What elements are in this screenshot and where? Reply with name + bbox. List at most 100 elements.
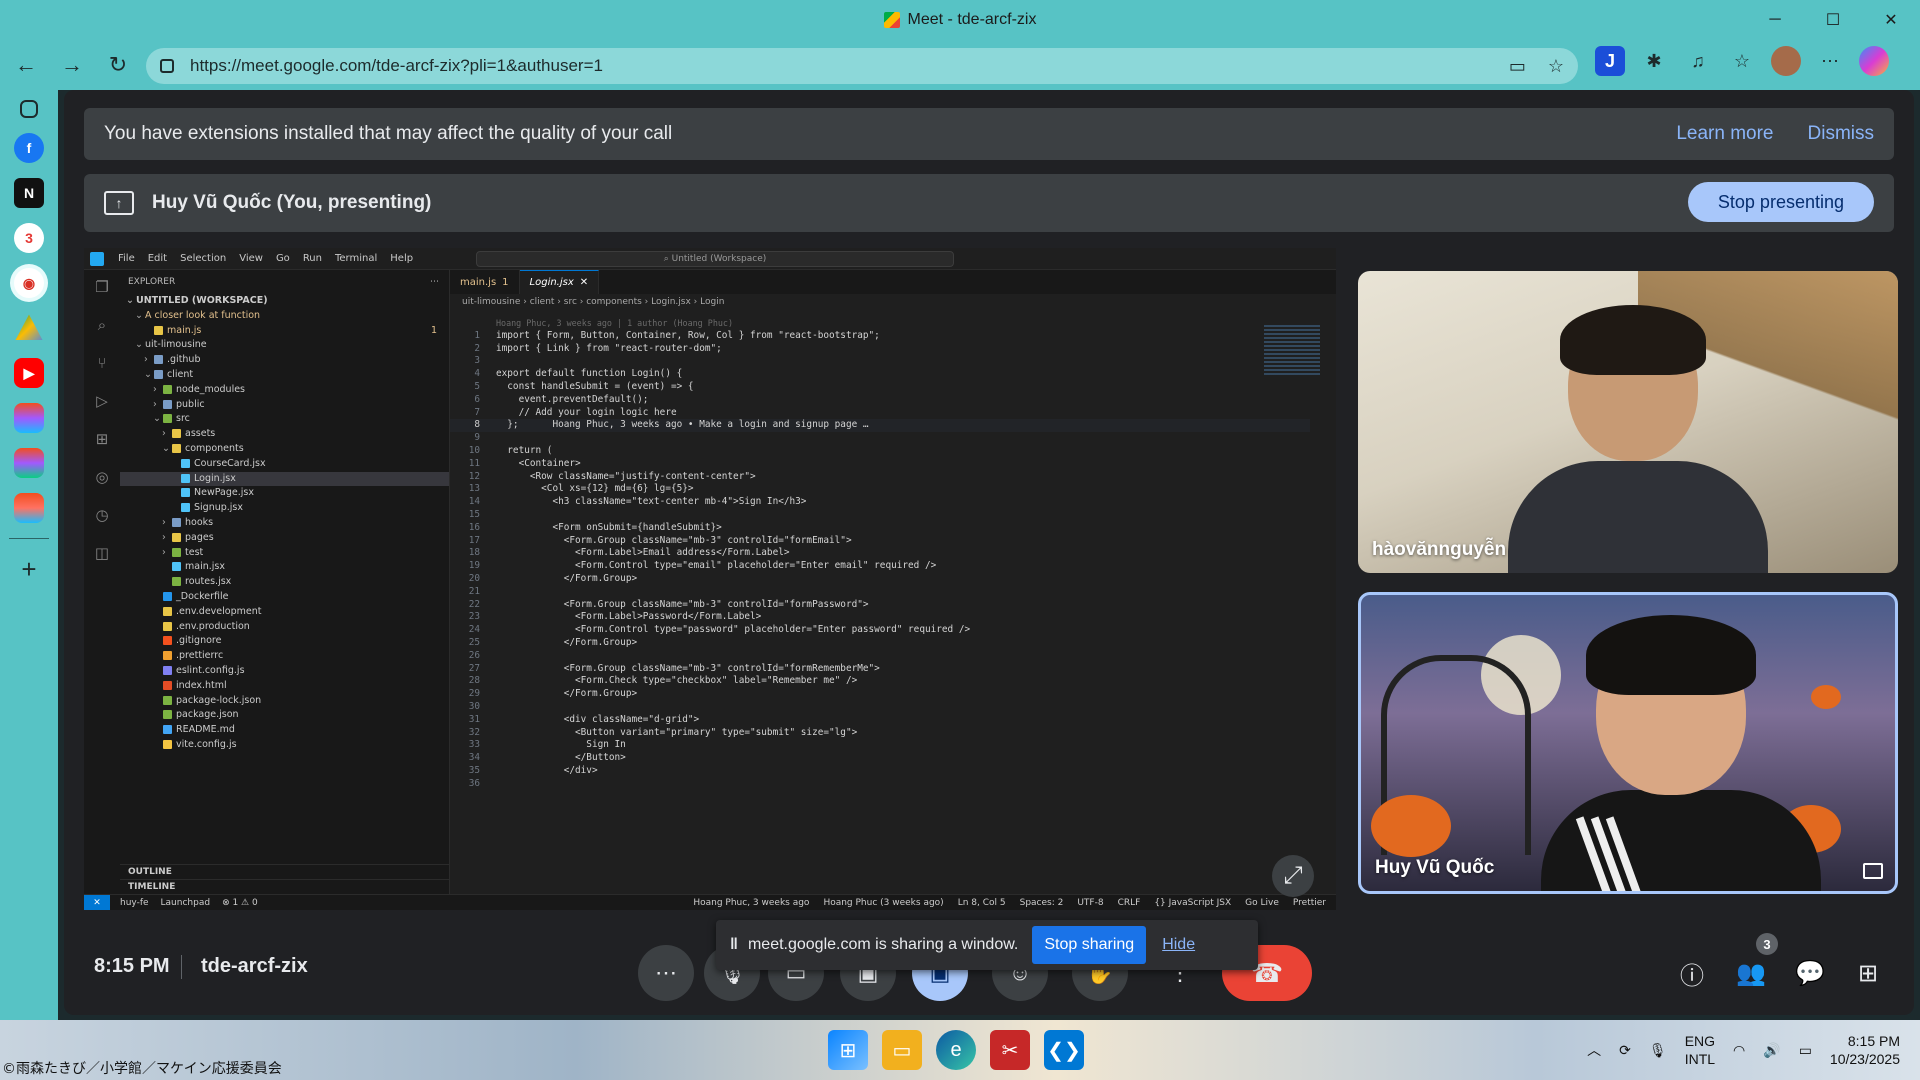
close-button[interactable]: ✕	[1862, 0, 1920, 40]
line-number: 13	[468, 483, 480, 495]
taskbar-clock[interactable]: 8:15 PM 10/23/2025	[1830, 1032, 1900, 1068]
tree-item-label: routes.jsx	[185, 576, 232, 588]
line-number: 10	[468, 444, 480, 456]
participant-tile[interactable]: hàovănnguyễn	[1358, 271, 1898, 573]
code-line: 22 <Form.Group className="mb-3" controlI…	[450, 599, 1310, 612]
file-type-icon	[163, 606, 172, 616]
chat-icon[interactable]: 💬	[1788, 951, 1832, 995]
refresh-icon[interactable]: ↻	[98, 45, 138, 85]
line-number: 7	[474, 406, 480, 418]
sync-icon[interactable]: ⟳	[1619, 1042, 1631, 1059]
add-sidebar-app-icon[interactable]: +	[14, 554, 44, 584]
figma-icon[interactable]	[14, 403, 44, 433]
file-type-icon	[172, 443, 181, 453]
tile-options-icon[interactable]	[1863, 863, 1883, 879]
camera-in-use-icon[interactable]: ▭	[1509, 56, 1526, 77]
back-arrow-icon[interactable]: ←	[6, 45, 46, 85]
clock-time[interactable]: 8:15 PM	[1848, 1033, 1900, 1049]
tree-item-label: main.js	[167, 324, 202, 336]
code-line: 30	[450, 701, 1310, 714]
tree-chevron-icon: ›	[162, 516, 166, 528]
google-drive-icon[interactable]	[15, 314, 43, 340]
code-text: </Form.Group>	[496, 636, 638, 648]
code-line: 27 <Form.Group className="mb-3" controlI…	[450, 663, 1310, 676]
code-line: 13 <Col xs={12} md={6} lg={5}>	[450, 483, 1310, 496]
more-options-icon[interactable]: ⋯	[638, 945, 694, 1001]
stop-sharing-button[interactable]: Stop sharing	[1032, 926, 1147, 964]
code-text: <h3 className="text-center mb-4">Sign In…	[496, 496, 807, 508]
editor-breadcrumb: uit-limousine › client › src › component…	[462, 296, 725, 307]
tree-item: › test	[120, 546, 449, 561]
learn-more-link[interactable]: Learn more	[1676, 123, 1773, 145]
notification-app-icon[interactable]: 3	[14, 223, 44, 253]
volume-icon[interactable]: 🔊	[1763, 1042, 1780, 1059]
pause-icon: ‖	[730, 936, 738, 953]
sharing-message: meet.google.com is sharing a window.	[747, 936, 1019, 953]
stop-presenting-button[interactable]: Stop presenting	[1687, 182, 1874, 222]
file-type-icon	[172, 547, 181, 557]
favorite-star-icon[interactable]: ☆	[1548, 56, 1564, 77]
participant-name: hàovănnguyễn	[1372, 539, 1507, 560]
outline-section: OUTLINE	[128, 867, 172, 877]
meeting-details-icon[interactable]: ⓘ	[1670, 951, 1714, 995]
self-participant-tile[interactable]: Huy Vũ Quốc	[1358, 592, 1898, 894]
address-bar[interactable]: https://meet.google.com/tde-arcf-zix?pli…	[146, 48, 1578, 84]
tree-item-label: src	[176, 413, 190, 425]
notion-icon[interactable]: N	[14, 178, 44, 208]
vscode-taskbar-icon[interactable]: ❮❯	[1044, 1030, 1084, 1070]
keyboard-layout[interactable]: INTL	[1685, 1051, 1715, 1067]
windows-start-icon[interactable]: ⊞	[828, 1030, 868, 1070]
more-menu-icon[interactable]: ⋯	[1815, 46, 1845, 76]
extensions-puzzle-icon[interactable]: ✱	[1639, 46, 1669, 76]
minimize-button[interactable]: ─	[1746, 0, 1804, 40]
tree-item-label: README.md	[176, 724, 235, 736]
file-explorer-icon[interactable]: ▭	[882, 1030, 922, 1070]
site-info-icon[interactable]	[160, 59, 174, 73]
code-text: <Form.Group className="mb-3" controlId="…	[496, 598, 869, 610]
language-code[interactable]: ENG	[1685, 1033, 1715, 1049]
vscode-menu-item: Edit	[147, 253, 168, 264]
tree-item-label: A closer look at function	[145, 309, 261, 321]
code-line: 17 <Form.Group className="mb-3" controlI…	[450, 535, 1310, 548]
dismiss-button[interactable]: Dismiss	[1808, 123, 1875, 145]
tree-item-label: .github	[167, 354, 201, 366]
maximize-button[interactable]: ☐	[1804, 0, 1862, 40]
youtube-icon[interactable]: ▶	[14, 358, 44, 388]
forward-arrow-icon[interactable]: →	[52, 45, 92, 85]
extension-j-icon[interactable]: J	[1595, 46, 1625, 76]
hide-button[interactable]: Hide	[1162, 936, 1195, 954]
tray-overflow-icon[interactable]: ︿	[1587, 1040, 1601, 1060]
code-line: 20 </Form.Group>	[450, 573, 1310, 586]
tree-item: .prettierrc	[120, 649, 449, 664]
language-indicator[interactable]: ENG INTL	[1685, 1032, 1715, 1068]
meeting-time: 8:15 PM	[94, 955, 170, 977]
tab-actions-icon[interactable]	[20, 100, 38, 118]
tree-item-label: main.jsx	[185, 561, 225, 573]
wifi-icon[interactable]: ◠	[1733, 1042, 1745, 1059]
copilot-icon[interactable]	[1859, 46, 1889, 76]
tree-item-label: hooks	[185, 516, 214, 528]
figma-icon-3[interactable]	[14, 493, 44, 523]
edge-browser-icon[interactable]: e	[936, 1030, 976, 1070]
snipping-tool-icon[interactable]: ✂	[990, 1030, 1030, 1070]
fullscreen-expand-icon[interactable]: ⤢	[1272, 855, 1314, 897]
battery-icon[interactable]: ▭	[1799, 1042, 1812, 1059]
profile-avatar[interactable]	[1771, 46, 1801, 76]
url-text[interactable]: https://meet.google.com/tde-arcf-zix?pli…	[190, 56, 603, 76]
tree-chevron-icon: ›	[162, 531, 166, 543]
facebook-icon[interactable]: f	[14, 133, 44, 163]
line-number: 5	[474, 380, 480, 392]
people-icon[interactable]: 👥	[1729, 951, 1773, 995]
status-right: Hoang Phuc, 3 weeks ago Hoang Phuc (3 wee…	[693, 898, 1326, 908]
vscode-menu-item: Selection	[180, 253, 227, 264]
clock-date[interactable]: 10/23/2025	[1830, 1051, 1900, 1067]
figma-icon-2[interactable]	[14, 448, 44, 478]
tree-item: › hooks	[120, 516, 449, 531]
favorites-icon[interactable]: ☆	[1727, 46, 1757, 76]
activities-icon[interactable]: ⊞	[1846, 951, 1890, 995]
music-extension-icon[interactable]: ♫	[1683, 46, 1713, 76]
mic-tray-icon[interactable]: 🎙	[1649, 1042, 1667, 1059]
code-line: 5 const handleSubmit = (event) => {	[450, 381, 1310, 394]
tab-main-js: main.js 1	[450, 270, 520, 294]
recording-app-icon[interactable]: ◉	[14, 268, 44, 298]
